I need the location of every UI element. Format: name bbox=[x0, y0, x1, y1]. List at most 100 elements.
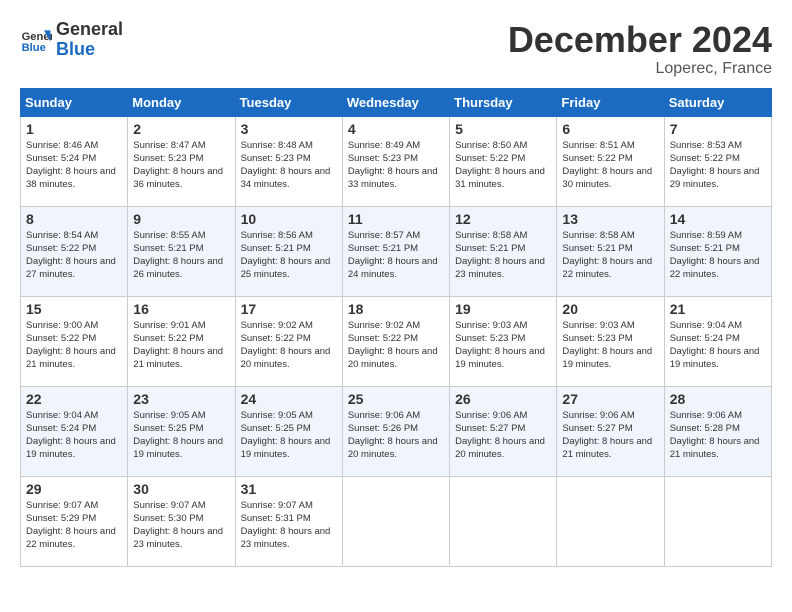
weekday-header-sunday: Sunday bbox=[21, 88, 128, 116]
weekday-header-thursday: Thursday bbox=[450, 88, 557, 116]
day-number: 4 bbox=[348, 121, 444, 137]
day-number: 10 bbox=[241, 211, 337, 227]
day-info: Sunrise: 8:58 AMSunset: 5:21 PMDaylight:… bbox=[455, 229, 551, 282]
logo: General Blue General Blue bbox=[20, 20, 123, 60]
calendar-week-3: 15 Sunrise: 9:00 AMSunset: 5:22 PMDaylig… bbox=[21, 296, 772, 386]
calendar-cell: 5 Sunrise: 8:50 AMSunset: 5:22 PMDayligh… bbox=[450, 116, 557, 206]
calendar-cell: 21 Sunrise: 9:04 AMSunset: 5:24 PMDaylig… bbox=[664, 296, 771, 386]
day-info: Sunrise: 8:59 AMSunset: 5:21 PMDaylight:… bbox=[670, 229, 766, 282]
weekday-header-wednesday: Wednesday bbox=[342, 88, 449, 116]
day-number: 5 bbox=[455, 121, 551, 137]
day-info: Sunrise: 9:05 AMSunset: 5:25 PMDaylight:… bbox=[133, 409, 229, 462]
day-number: 8 bbox=[26, 211, 122, 227]
day-number: 3 bbox=[241, 121, 337, 137]
day-number: 30 bbox=[133, 481, 229, 497]
calendar-cell: 10 Sunrise: 8:56 AMSunset: 5:21 PMDaylig… bbox=[235, 206, 342, 296]
calendar-week-4: 22 Sunrise: 9:04 AMSunset: 5:24 PMDaylig… bbox=[21, 386, 772, 476]
day-info: Sunrise: 8:54 AMSunset: 5:22 PMDaylight:… bbox=[26, 229, 122, 282]
calendar-week-1: 1 Sunrise: 8:46 AMSunset: 5:24 PMDayligh… bbox=[21, 116, 772, 206]
calendar-cell: 16 Sunrise: 9:01 AMSunset: 5:22 PMDaylig… bbox=[128, 296, 235, 386]
day-number: 6 bbox=[562, 121, 658, 137]
calendar-week-2: 8 Sunrise: 8:54 AMSunset: 5:22 PMDayligh… bbox=[21, 206, 772, 296]
calendar-cell: 15 Sunrise: 9:00 AMSunset: 5:22 PMDaylig… bbox=[21, 296, 128, 386]
day-number: 16 bbox=[133, 301, 229, 317]
calendar-cell: 28 Sunrise: 9:06 AMSunset: 5:28 PMDaylig… bbox=[664, 386, 771, 476]
day-number: 15 bbox=[26, 301, 122, 317]
day-info: Sunrise: 9:07 AMSunset: 5:29 PMDaylight:… bbox=[26, 499, 122, 552]
weekday-header-friday: Friday bbox=[557, 88, 664, 116]
day-number: 2 bbox=[133, 121, 229, 137]
calendar-cell: 22 Sunrise: 9:04 AMSunset: 5:24 PMDaylig… bbox=[21, 386, 128, 476]
calendar-header-row: SundayMondayTuesdayWednesdayThursdayFrid… bbox=[21, 88, 772, 116]
calendar-cell: 23 Sunrise: 9:05 AMSunset: 5:25 PMDaylig… bbox=[128, 386, 235, 476]
calendar-cell: 11 Sunrise: 8:57 AMSunset: 5:21 PMDaylig… bbox=[342, 206, 449, 296]
day-info: Sunrise: 8:51 AMSunset: 5:22 PMDaylight:… bbox=[562, 139, 658, 192]
page-header: General Blue General Blue December 2024 … bbox=[20, 20, 772, 78]
calendar-cell: 2 Sunrise: 8:47 AMSunset: 5:23 PMDayligh… bbox=[128, 116, 235, 206]
day-info: Sunrise: 9:06 AMSunset: 5:27 PMDaylight:… bbox=[562, 409, 658, 462]
day-number: 7 bbox=[670, 121, 766, 137]
day-number: 22 bbox=[26, 391, 122, 407]
day-number: 23 bbox=[133, 391, 229, 407]
day-number: 19 bbox=[455, 301, 551, 317]
day-info: Sunrise: 9:03 AMSunset: 5:23 PMDaylight:… bbox=[455, 319, 551, 372]
calendar-cell: 12 Sunrise: 8:58 AMSunset: 5:21 PMDaylig… bbox=[450, 206, 557, 296]
calendar-cell bbox=[557, 476, 664, 566]
day-info: Sunrise: 8:57 AMSunset: 5:21 PMDaylight:… bbox=[348, 229, 444, 282]
calendar-cell bbox=[664, 476, 771, 566]
weekday-header-tuesday: Tuesday bbox=[235, 88, 342, 116]
logo-icon: General Blue bbox=[20, 24, 52, 56]
day-info: Sunrise: 9:07 AMSunset: 5:31 PMDaylight:… bbox=[241, 499, 337, 552]
day-info: Sunrise: 9:01 AMSunset: 5:22 PMDaylight:… bbox=[133, 319, 229, 372]
day-info: Sunrise: 8:47 AMSunset: 5:23 PMDaylight:… bbox=[133, 139, 229, 192]
calendar-cell: 26 Sunrise: 9:06 AMSunset: 5:27 PMDaylig… bbox=[450, 386, 557, 476]
calendar-cell bbox=[450, 476, 557, 566]
day-number: 18 bbox=[348, 301, 444, 317]
day-number: 21 bbox=[670, 301, 766, 317]
calendar-cell: 27 Sunrise: 9:06 AMSunset: 5:27 PMDaylig… bbox=[557, 386, 664, 476]
calendar-cell bbox=[342, 476, 449, 566]
calendar-cell: 13 Sunrise: 8:58 AMSunset: 5:21 PMDaylig… bbox=[557, 206, 664, 296]
day-number: 29 bbox=[26, 481, 122, 497]
day-number: 12 bbox=[455, 211, 551, 227]
day-info: Sunrise: 9:06 AMSunset: 5:27 PMDaylight:… bbox=[455, 409, 551, 462]
calendar-cell: 24 Sunrise: 9:05 AMSunset: 5:25 PMDaylig… bbox=[235, 386, 342, 476]
svg-text:Blue: Blue bbox=[22, 42, 46, 54]
day-info: Sunrise: 8:46 AMSunset: 5:24 PMDaylight:… bbox=[26, 139, 122, 192]
day-info: Sunrise: 9:05 AMSunset: 5:25 PMDaylight:… bbox=[241, 409, 337, 462]
day-info: Sunrise: 9:04 AMSunset: 5:24 PMDaylight:… bbox=[26, 409, 122, 462]
month-title: December 2024 bbox=[508, 20, 772, 60]
day-number: 17 bbox=[241, 301, 337, 317]
day-number: 9 bbox=[133, 211, 229, 227]
calendar-cell: 25 Sunrise: 9:06 AMSunset: 5:26 PMDaylig… bbox=[342, 386, 449, 476]
day-number: 14 bbox=[670, 211, 766, 227]
calendar-cell: 19 Sunrise: 9:03 AMSunset: 5:23 PMDaylig… bbox=[450, 296, 557, 386]
day-info: Sunrise: 8:48 AMSunset: 5:23 PMDaylight:… bbox=[241, 139, 337, 192]
day-number: 13 bbox=[562, 211, 658, 227]
day-info: Sunrise: 9:02 AMSunset: 5:22 PMDaylight:… bbox=[241, 319, 337, 372]
day-info: Sunrise: 9:03 AMSunset: 5:23 PMDaylight:… bbox=[562, 319, 658, 372]
title-area: December 2024 Loperec, France bbox=[508, 20, 772, 78]
day-info: Sunrise: 8:49 AMSunset: 5:23 PMDaylight:… bbox=[348, 139, 444, 192]
day-info: Sunrise: 8:56 AMSunset: 5:21 PMDaylight:… bbox=[241, 229, 337, 282]
calendar-cell: 4 Sunrise: 8:49 AMSunset: 5:23 PMDayligh… bbox=[342, 116, 449, 206]
day-number: 25 bbox=[348, 391, 444, 407]
day-info: Sunrise: 8:53 AMSunset: 5:22 PMDaylight:… bbox=[670, 139, 766, 192]
calendar-cell: 7 Sunrise: 8:53 AMSunset: 5:22 PMDayligh… bbox=[664, 116, 771, 206]
calendar-body: 1 Sunrise: 8:46 AMSunset: 5:24 PMDayligh… bbox=[21, 116, 772, 566]
day-number: 27 bbox=[562, 391, 658, 407]
day-number: 28 bbox=[670, 391, 766, 407]
calendar-cell: 30 Sunrise: 9:07 AMSunset: 5:30 PMDaylig… bbox=[128, 476, 235, 566]
location: Loperec, France bbox=[508, 60, 772, 78]
day-info: Sunrise: 9:02 AMSunset: 5:22 PMDaylight:… bbox=[348, 319, 444, 372]
calendar-cell: 14 Sunrise: 8:59 AMSunset: 5:21 PMDaylig… bbox=[664, 206, 771, 296]
day-info: Sunrise: 9:06 AMSunset: 5:28 PMDaylight:… bbox=[670, 409, 766, 462]
day-info: Sunrise: 9:00 AMSunset: 5:22 PMDaylight:… bbox=[26, 319, 122, 372]
weekday-header-monday: Monday bbox=[128, 88, 235, 116]
day-number: 26 bbox=[455, 391, 551, 407]
calendar-cell: 3 Sunrise: 8:48 AMSunset: 5:23 PMDayligh… bbox=[235, 116, 342, 206]
day-info: Sunrise: 9:04 AMSunset: 5:24 PMDaylight:… bbox=[670, 319, 766, 372]
calendar-cell: 17 Sunrise: 9:02 AMSunset: 5:22 PMDaylig… bbox=[235, 296, 342, 386]
day-number: 20 bbox=[562, 301, 658, 317]
logo-text: General Blue bbox=[56, 20, 123, 60]
